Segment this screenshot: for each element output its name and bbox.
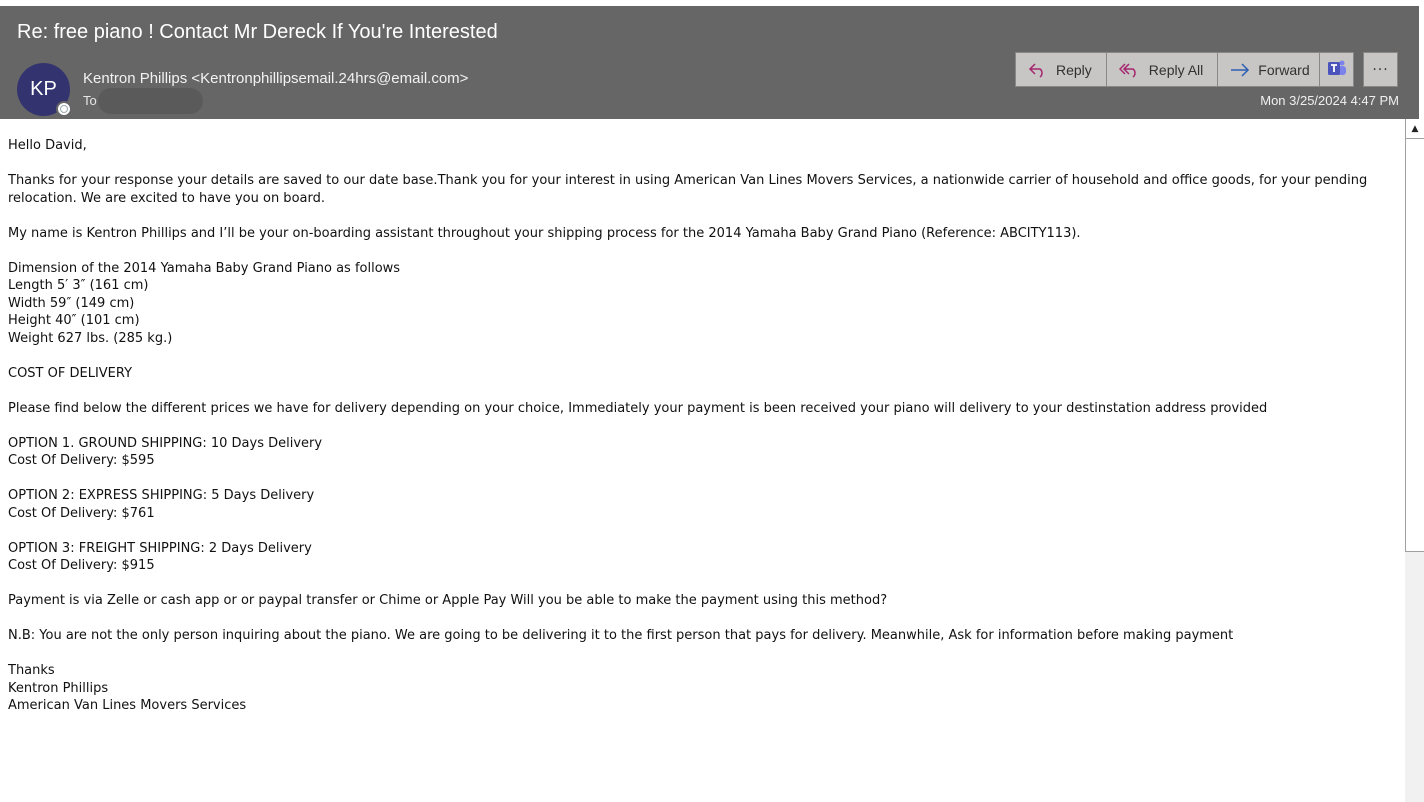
reply-all-label: Reply All [1148, 61, 1204, 78]
teams-button[interactable] [1319, 52, 1354, 87]
nb-paragraph: N.B: You are not the only person inquiri… [8, 628, 1234, 643]
presence-status-icon [56, 101, 72, 117]
more-actions-button[interactable]: ··· [1363, 52, 1398, 87]
cost-heading: COST OF DELIVERY [8, 365, 133, 381]
message-date: Mon 3/25/2024 4:47 PM [1260, 93, 1399, 108]
more-icon: ··· [1372, 61, 1389, 78]
forward-label: Forward [1258, 61, 1310, 78]
forward-button[interactable]: Forward [1218, 52, 1325, 87]
reply-all-button[interactable]: Reply All [1106, 52, 1219, 87]
forward-icon [1230, 62, 1250, 77]
intro-paragraph: Thanks for your response your details ar… [8, 173, 1372, 206]
option-3: OPTION 3: FREIGHT SHIPPING: 2 Days Deliv… [8, 540, 312, 574]
reply-label: Reply [1056, 61, 1092, 78]
recipient-redacted [98, 88, 203, 114]
message-actions: Reply Reply All Forward [1015, 52, 1325, 87]
message-subject: Re: free piano ! Contact Mr Dereck If Yo… [17, 21, 498, 43]
signature: Thanks Kentron Phillips American Van Lin… [8, 663, 247, 713]
reply-all-icon [1118, 62, 1141, 78]
scroll-up-arrow-icon[interactable]: ▲ [1405, 119, 1424, 139]
option-2: OPTION 2: EXPRESS SHIPPING: 5 Days Deliv… [8, 488, 315, 521]
message-body: Hello David, Thanks for your response yo… [8, 137, 1398, 732]
message-header: Re: free piano ! Contact Mr Dereck If Yo… [0, 6, 1419, 119]
prices-paragraph: Please find below the different prices w… [8, 400, 1268, 416]
avatar-initials: KP [30, 78, 57, 100]
to-label: To [83, 93, 97, 108]
scroll-thumb[interactable] [1405, 139, 1424, 552]
greeting: Hello David, [8, 138, 87, 153]
reply-icon [1028, 62, 1048, 78]
reply-button[interactable]: Reply [1015, 52, 1107, 87]
teams-icon [1327, 59, 1347, 81]
dimensions-paragraph: Dimension of the 2014 Yamaha Baby Grand … [8, 260, 401, 346]
payment-paragraph: Payment is via Zelle or cash app or or p… [8, 593, 888, 608]
assistant-paragraph: My name is Kentron Phillips and I’ll be … [8, 225, 1081, 241]
option-1: OPTION 1. GROUND SHIPPING: 10 Days Deliv… [8, 435, 323, 469]
vertical-scrollbar[interactable]: ▲ [1405, 119, 1424, 802]
sender-address[interactable]: Kentron Phillips <Kentronphillipsemail.2… [83, 70, 468, 87]
